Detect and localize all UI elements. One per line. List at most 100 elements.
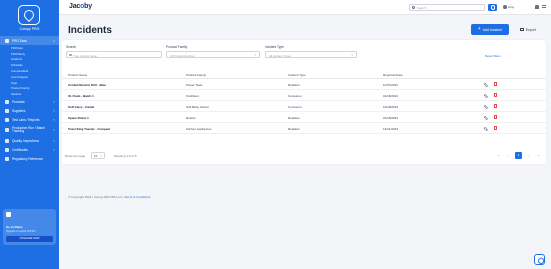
incident-type-label: Incident Type: [265, 45, 284, 49]
reset-filters-link[interactable]: Reset Filters: [485, 54, 501, 58]
pagination: « ‹ 1 › »: [492, 152, 542, 159]
app-logo[interactable]: Jacoby: [69, 3, 92, 10]
next-page-button[interactable]: ›: [525, 152, 532, 159]
cell-product-family: Power Tools: [186, 83, 203, 87]
cell-product-name: XL Knob - Batch 1: [68, 94, 94, 98]
rows-per-page-value: 10: [94, 154, 98, 158]
page-1-button[interactable]: 1: [515, 152, 522, 159]
cell-reported-date: 12/21/2023: [383, 127, 399, 131]
edit-icon[interactable]: [483, 104, 488, 109]
delete-icon[interactable]: [494, 115, 497, 120]
cell-product-family: Soft Baby Carrier: [186, 105, 210, 109]
edit-icon[interactable]: [483, 115, 488, 120]
sidebar-item-suppliers[interactable]: Suppliers ˅: [0, 106, 59, 115]
product-search-input[interactable]: Type product name: [66, 51, 162, 58]
table-row[interactable]: XL Knob - Batch 1 Knobbers Consumer 01/18/2…: [62, 90, 546, 101]
brand-name: Compy PRO: [19, 27, 40, 31]
sidebar-item-production-run[interactable]: Production Run / Batch Tracking ˅: [0, 124, 59, 136]
menu-icon[interactable]: [542, 4, 546, 9]
sidebar-item-label: Quality Inspections: [12, 138, 39, 143]
search-filter-label: Search: [66, 45, 77, 49]
sidebar-item-test-labs[interactable]: Test Labs / Reports ˅: [0, 115, 59, 124]
chevron-down-icon: ˅: [53, 128, 55, 133]
column-header-product-family[interactable]: Product Family: [186, 73, 206, 77]
edit-icon[interactable]: [483, 82, 488, 87]
chevron-down-icon: ˅: [53, 117, 55, 122]
search-placeholder: Type product name: [73, 53, 97, 58]
upgrade-card: Go to Plans Upgrade to unlock all PRO UP…: [3, 209, 56, 245]
product-family-label: Product Family: [166, 45, 188, 49]
edit-icon[interactable]: [483, 93, 488, 98]
cell-reported-date: 01/18/2024: [383, 116, 399, 120]
table-row[interactable]: Space Robot 1 Robots Retailers 01/18/2024: [62, 112, 546, 123]
flask-icon: [5, 117, 9, 122]
sidebar-item-certificates[interactable]: Certificates ˅: [0, 145, 59, 154]
showing-count: Showing 1-5 of 5: [114, 154, 137, 158]
table-row[interactable]: Toast King Toaster - Compact Kitchen Appl…: [62, 123, 546, 134]
cell-incident-type: Retailers: [288, 83, 300, 87]
factory-icon: [5, 128, 9, 133]
sidebar-item-label: Test Labs / Reports: [12, 117, 40, 122]
column-header-incident-type[interactable]: Incident Type: [288, 73, 306, 77]
help-assistant-icon[interactable]: [534, 254, 545, 265]
sidebar-item-label: Products: [12, 99, 25, 104]
last-page-button[interactable]: »: [535, 152, 542, 159]
copyright-text: © Copyright 2024 | Compy PRO BS LLC |: [68, 195, 125, 199]
chevron-up-icon: ˄: [53, 38, 55, 43]
sidebar-item-quality-inspections[interactable]: Quality Inspections ˅: [0, 136, 59, 145]
chevron-down-icon: ˅: [53, 108, 55, 113]
sidebar-item-products[interactable]: Products ˅: [0, 97, 59, 106]
user-icon[interactable]: [503, 5, 507, 9]
upgrade-subtitle: Upgrade to unlock all PRO: [6, 230, 36, 233]
cell-product-family: Knobbers: [186, 94, 199, 98]
column-header-product-name[interactable]: Product Name: [68, 73, 87, 77]
global-search-input[interactable]: Search: [409, 3, 485, 11]
product-family-value: All Product Families: [170, 53, 195, 58]
upgrade-button[interactable]: UPGRADE NOW: [6, 236, 53, 242]
chevron-down-icon: ˅: [351, 53, 353, 58]
column-header-reported-date[interactable]: Reported Date: [383, 73, 403, 77]
sidebar-item-label: Certificates: [12, 147, 28, 152]
prev-page-button[interactable]: ‹: [505, 152, 512, 159]
cell-incident-type: Retailers: [288, 127, 300, 131]
sidebar-item-regulatory-reference[interactable]: Regulatory Reference: [0, 154, 59, 163]
delete-icon[interactable]: [494, 126, 497, 131]
footer: © Copyright 2024 | Compy PRO BS LLC | Te…: [68, 195, 150, 199]
upgrade-title: Go to Plans: [6, 225, 23, 229]
terms-link[interactable]: Terms & Conditions: [124, 195, 150, 199]
edit-icon[interactable]: [483, 126, 488, 131]
delete-icon[interactable]: [494, 93, 497, 98]
delete-icon[interactable]: [494, 82, 497, 87]
incidents-card: Search Type product name Product Family …: [62, 40, 546, 164]
checklist-icon: [5, 138, 9, 143]
sidebar-nav: PRO Data ˄ PRO/Jam PRO/Study Incidents S…: [0, 36, 59, 163]
product-family-select[interactable]: All Product Families ˅: [166, 51, 260, 58]
sidebar-item-label: Suppliers: [12, 108, 26, 113]
certificate-icon: [5, 147, 9, 152]
export-icon: [520, 27, 524, 32]
bell-icon[interactable]: [535, 5, 539, 9]
chevron-down-icon: ˅: [254, 53, 256, 58]
cell-product-name: Space Robot 1: [68, 116, 89, 120]
export-button[interactable]: Export: [514, 24, 542, 35]
chevron-down-icon: ˅: [100, 154, 102, 158]
sidebar-item-pro-data[interactable]: PRO Data ˄: [0, 36, 59, 45]
delete-icon[interactable]: [494, 104, 497, 109]
search-placeholder: Search: [417, 5, 427, 10]
table-header: Product Name Product Family Incident Typ…: [62, 71, 546, 79]
cell-product-name: Toast King Toaster - Compact: [68, 127, 111, 131]
compy-logo-icon[interactable]: [18, 5, 40, 25]
incident-type-select[interactable]: All Incident Types ˅: [265, 51, 357, 58]
first-page-button[interactable]: «: [495, 152, 502, 159]
logo-text: Jac: [69, 3, 81, 10]
chevron-down-icon: ˅: [53, 99, 55, 104]
box-icon: [5, 99, 9, 104]
user-name[interactable]: Amy: [508, 5, 514, 9]
rows-per-page-select[interactable]: 10 ˅: [91, 152, 105, 159]
add-incident-button[interactable]: + Add Incident: [471, 24, 509, 35]
table-row[interactable]: Corded Electric Drill - Blue Power Tools R…: [62, 79, 546, 90]
search-button[interactable]: [488, 3, 497, 11]
cell-product-family: Robots: [186, 116, 196, 120]
table-row[interactable]: Soft Carry - Camel Soft Baby Carrier Consu…: [62, 101, 546, 112]
crown-icon: [6, 212, 11, 217]
